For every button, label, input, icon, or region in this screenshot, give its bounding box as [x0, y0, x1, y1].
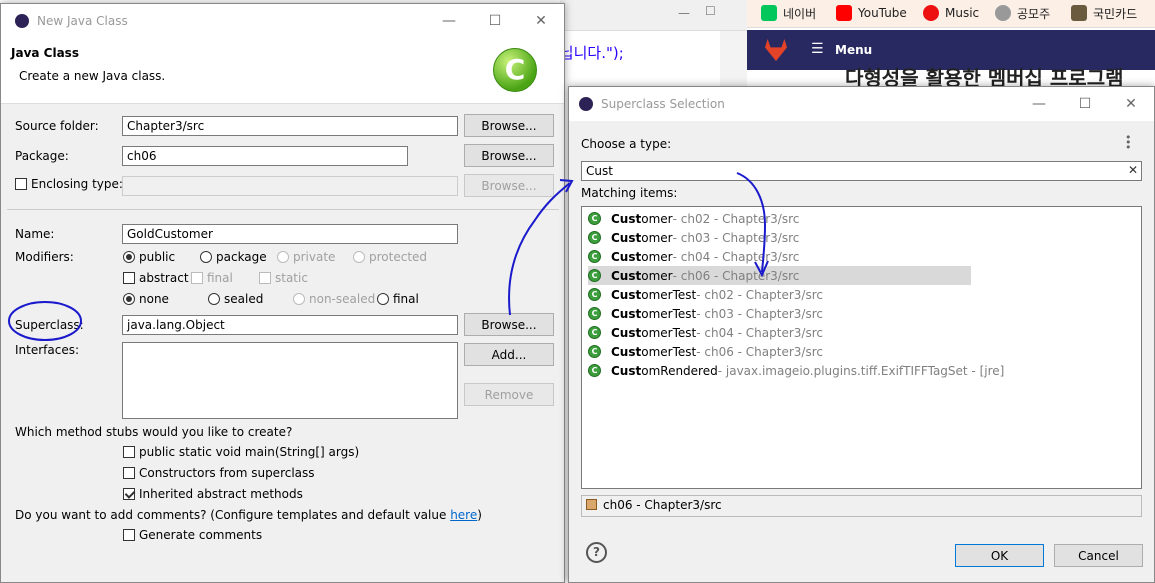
arrow-annotation [508, 182, 571, 316]
superclass-circle-annotation [8, 301, 82, 341]
arrow-annotation [736, 172, 767, 273]
annotation-overlay [8, 172, 769, 341]
